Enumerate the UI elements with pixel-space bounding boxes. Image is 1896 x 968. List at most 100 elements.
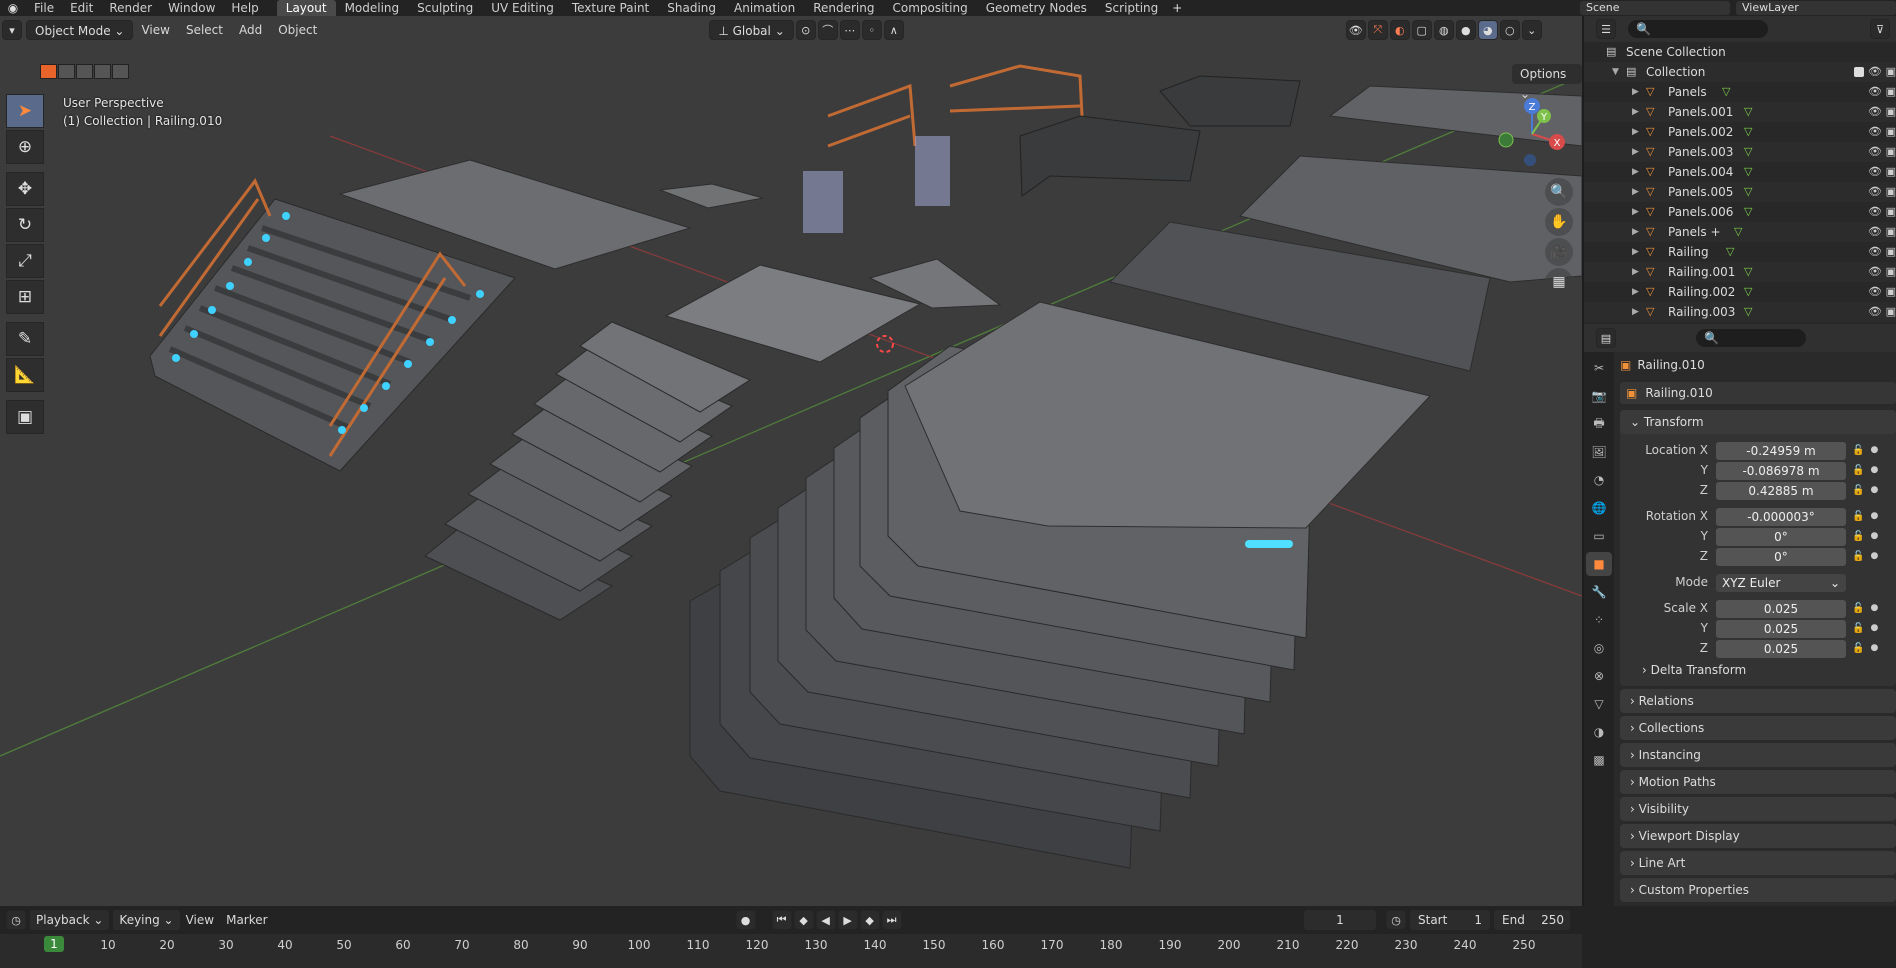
camera-icon[interactable]: ▣ <box>1886 182 1896 202</box>
menu-render[interactable]: Render <box>101 0 160 16</box>
tab-layout[interactable]: Layout <box>276 0 336 16</box>
physics-tab-icon[interactable]: ◎ <box>1586 636 1612 660</box>
ortho-grid-icon[interactable]: ▦ <box>1545 268 1573 296</box>
lock-icon[interactable]: 🔓 <box>1852 551 1864 562</box>
expand-icon[interactable]: ▶ <box>1632 282 1639 302</box>
viewport-display-panel[interactable]: › Viewport Display <box>1620 824 1896 848</box>
eye-icon[interactable]: 👁 <box>1868 82 1882 102</box>
expand-icon[interactable]: ▶ <box>1632 142 1639 162</box>
data-tab-icon[interactable]: ▽ <box>1586 692 1612 716</box>
keyframe-dot-icon[interactable]: ● <box>1870 551 1878 561</box>
expand-icon[interactable]: ▶ <box>1632 122 1639 142</box>
timeline-marker-menu[interactable]: Marker <box>220 910 273 930</box>
expand-icon[interactable]: ▶ <box>1632 302 1639 322</box>
custom-properties-panel[interactable]: › Custom Properties <box>1620 878 1896 902</box>
pivot-icon[interactable]: ⊙ <box>795 20 816 40</box>
keyframe-dot-icon[interactable]: ● <box>1870 511 1878 521</box>
gizmo-toggle-icon[interactable]: ⤧ <box>1367 20 1388 40</box>
lock-icon[interactable]: 🔓 <box>1852 603 1864 614</box>
select-intersect-icon[interactable] <box>112 64 129 79</box>
eye-icon[interactable]: 👁 <box>1868 162 1882 182</box>
menu-add[interactable]: Add <box>231 20 270 40</box>
camera-icon[interactable]: ▣ <box>1886 242 1896 262</box>
camera-icon[interactable]: ▣ <box>1886 282 1896 302</box>
collection-tab-icon[interactable]: ▭ <box>1586 524 1612 548</box>
camera-icon[interactable]: ▣ <box>1886 262 1896 282</box>
select-new-icon[interactable] <box>40 64 57 79</box>
lock-icon[interactable]: 🔓 <box>1852 623 1864 634</box>
shading-solid-icon[interactable]: ● <box>1455 20 1476 40</box>
prev-keyframe-icon[interactable]: ◆ <box>793 910 814 930</box>
rotation-x-field[interactable]: -0.000003° <box>1716 507 1846 526</box>
eye-icon[interactable]: 👁 <box>1868 202 1882 222</box>
rotation-mode-select[interactable]: XYZ Euler ⌄ <box>1716 573 1846 592</box>
xray-icon[interactable]: ▢ <box>1411 20 1432 40</box>
eye-icon[interactable]: 👁 <box>1868 142 1882 162</box>
play-reverse-icon[interactable]: ◀ <box>815 910 836 930</box>
eye-icon[interactable]: 👁 <box>1868 302 1882 322</box>
timeline-editor-icon[interactable]: ◷ <box>6 910 26 930</box>
editor-type-icon[interactable]: ▾ <box>2 20 22 40</box>
lock-icon[interactable]: 🔓 <box>1852 531 1864 542</box>
output-tab-icon[interactable]: 🖶 <box>1586 412 1612 436</box>
scale-y-field[interactable]: 0.025 <box>1716 619 1846 638</box>
view-layer-tab-icon[interactable]: 🖼 <box>1586 440 1612 464</box>
eye-icon[interactable]: 👁 <box>1868 242 1882 262</box>
tab-compositing[interactable]: Compositing <box>883 0 976 16</box>
shading-options-icon[interactable]: ⌄ <box>1521 20 1542 40</box>
current-frame-field[interactable]: 1 <box>1304 910 1376 930</box>
outliner-item[interactable]: ▶ ▽ Panels.004 ▽ 👁 ▣ <box>1584 162 1896 182</box>
keyframe-dot-icon[interactable]: ● <box>1870 445 1878 455</box>
particles-tab-icon[interactable]: ⁘ <box>1586 608 1612 632</box>
collection-row[interactable]: ▼ ▤ Collection 👁 ▣ <box>1584 62 1896 82</box>
start-frame-field[interactable]: Start 1 <box>1410 910 1490 930</box>
transform-orientation-selector[interactable]: ⊥ Global ⌄ <box>709 20 794 40</box>
rotation-y-field[interactable]: 0° <box>1716 527 1846 546</box>
falloff-icon[interactable]: ∧ <box>883 20 904 40</box>
menu-file[interactable]: File <box>26 0 62 16</box>
cursor-tool-icon[interactable]: ⊕ <box>6 130 44 164</box>
tab-sculpting[interactable]: Sculpting <box>408 0 482 16</box>
jump-start-icon[interactable]: ⏮ <box>771 910 792 930</box>
outliner-item[interactable]: ▶ ▽ Panels + ▽ 👁 ▣ <box>1584 222 1896 242</box>
snap-icon[interactable]: ⌒ <box>817 20 838 40</box>
visibility-panel[interactable]: › Visibility <box>1620 797 1896 821</box>
lock-icon[interactable]: 🔓 <box>1852 643 1864 654</box>
expand-icon[interactable]: ▶ <box>1632 102 1639 122</box>
eye-icon[interactable]: 👁 <box>1868 222 1882 242</box>
select-box-tool-icon[interactable]: ➤ <box>6 94 44 128</box>
filter-icon[interactable]: ⊽ <box>1870 19 1890 39</box>
expand-icon[interactable]: ▶ <box>1632 242 1639 262</box>
expand-icon[interactable]: ▶ <box>1632 222 1639 242</box>
eye-icon[interactable]: 👁 <box>1868 62 1882 82</box>
scene-collection-row[interactable]: ▤ Scene Collection <box>1584 42 1896 62</box>
lock-icon[interactable]: 🔓 <box>1852 511 1864 522</box>
navigation-gizmo[interactable]: Z X Y <box>1492 94 1572 174</box>
view-layer-selector[interactable]: ViewLayer <box>1736 1 1896 15</box>
camera-icon[interactable]: ▣ <box>1886 82 1896 102</box>
tab-uv-editing[interactable]: UV Editing <box>482 0 563 16</box>
eye-icon[interactable]: 👁 <box>1868 122 1882 142</box>
expand-icon[interactable]: ▶ <box>1632 262 1639 282</box>
keyframe-dot-icon[interactable]: ● <box>1870 623 1878 633</box>
outliner-item[interactable]: ▶ ▽ Railing.001 ▽ 👁 ▣ <box>1584 262 1896 282</box>
menu-object[interactable]: Object <box>270 20 325 40</box>
camera-icon[interactable]: ▣ <box>1886 142 1896 162</box>
eye-icon[interactable]: 👁 <box>1868 102 1882 122</box>
location-z-field[interactable]: 0.42885 m <box>1716 481 1846 500</box>
tab-rendering[interactable]: Rendering <box>804 0 883 16</box>
rotate-tool-icon[interactable]: ↻ <box>6 208 44 242</box>
line-art-panel[interactable]: › Line Art <box>1620 851 1896 875</box>
location-y-field[interactable]: -0.086978 m <box>1716 461 1846 480</box>
outliner-item[interactable]: ▶ ▽ Railing.003 ▽ 👁 ▣ <box>1584 302 1896 322</box>
measure-tool-icon[interactable]: 📐 <box>6 358 44 392</box>
tab-shading[interactable]: Shading <box>658 0 725 16</box>
transform-tool-icon[interactable]: ⊞ <box>6 280 44 314</box>
expand-icon[interactable]: ▶ <box>1632 162 1639 182</box>
outliner-item[interactable]: ▶ ▽ Panels.001 ▽ 👁 ▣ <box>1584 102 1896 122</box>
timeline-view-menu[interactable]: View <box>180 910 220 930</box>
eye-icon[interactable]: 👁 <box>1868 182 1882 202</box>
keyframe-dot-icon[interactable]: ● <box>1870 643 1878 653</box>
tab-animation[interactable]: Animation <box>725 0 804 16</box>
select-extend-icon[interactable] <box>58 64 75 79</box>
